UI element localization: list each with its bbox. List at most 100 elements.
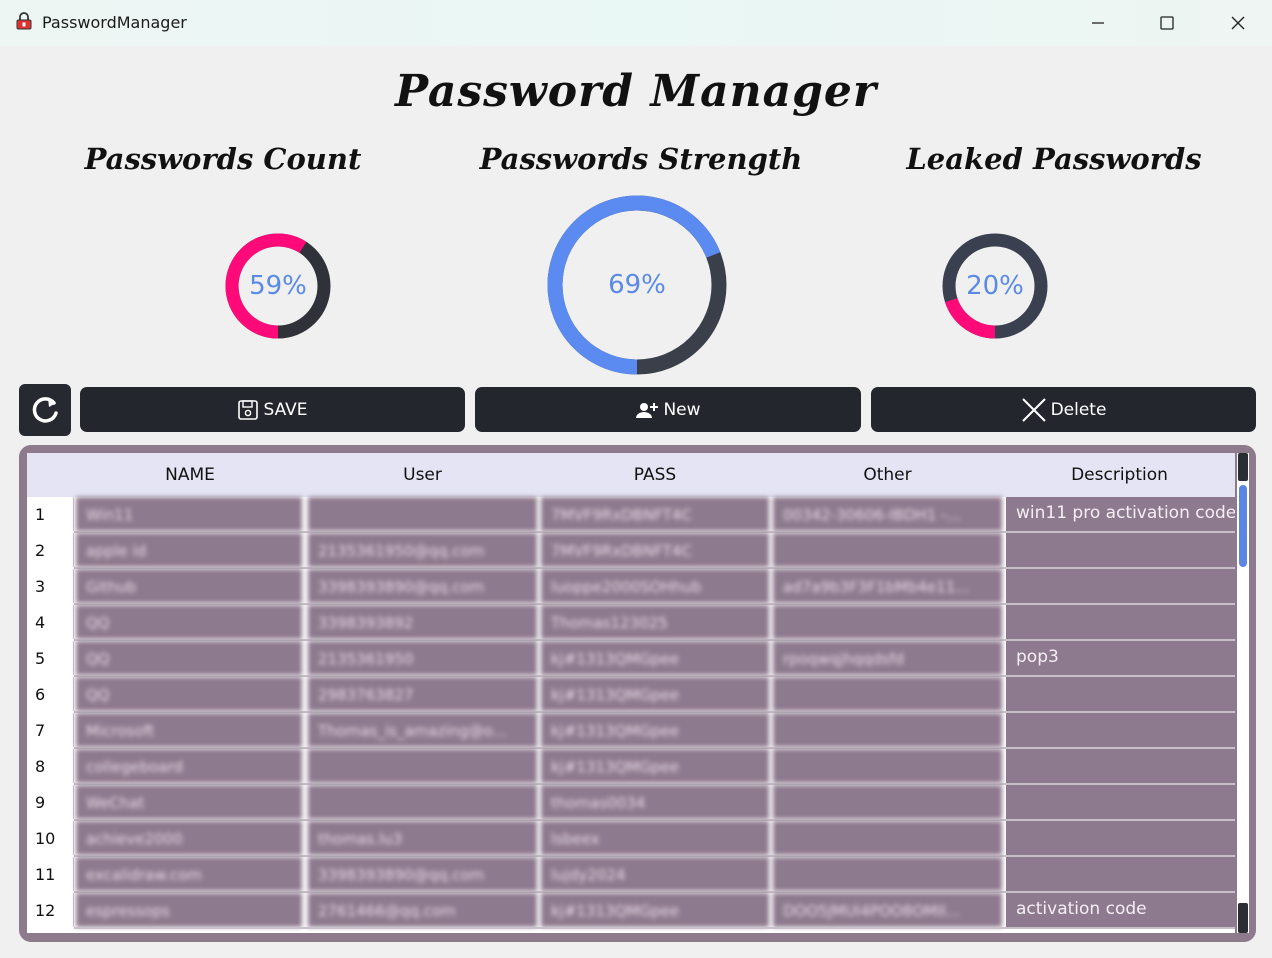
user-cell[interactable]: thomas.lu3	[308, 821, 537, 855]
close-button[interactable]	[1204, 0, 1272, 46]
description-cell[interactable]	[1006, 857, 1235, 891]
table-row[interactable]: 9 WeChat thomas0034	[27, 785, 1235, 821]
row-number[interactable]: 12	[27, 893, 74, 927]
row-number[interactable]: 8	[27, 749, 74, 783]
other-cell[interactable]	[773, 533, 1002, 567]
vertical-scrollbar[interactable]	[1237, 453, 1249, 933]
description-cell[interactable]	[1006, 533, 1235, 567]
other-cell[interactable]	[773, 749, 1002, 783]
pass-cell[interactable]: kj#1313QMGpee	[541, 893, 769, 927]
other-cell[interactable]	[773, 677, 1002, 711]
user-cell[interactable]: 2761466@qq.com	[308, 893, 537, 927]
name-cell[interactable]: WeChat	[76, 785, 302, 819]
table-row[interactable]: 3 Github 3398393890@qq.com luoppe2000SOHhub…	[27, 569, 1235, 605]
user-cell[interactable]: 2135361950	[308, 641, 537, 675]
description-cell[interactable]	[1006, 713, 1235, 747]
row-number[interactable]: 1	[27, 497, 74, 531]
minimize-button[interactable]	[1064, 0, 1132, 46]
row-number[interactable]: 6	[27, 677, 74, 711]
pass-cell[interactable]: Thomas123025	[541, 605, 769, 639]
column-header-other[interactable]: Other	[771, 453, 1004, 497]
name-cell[interactable]: QQ	[76, 641, 302, 675]
column-header-name[interactable]: NAME	[74, 453, 306, 497]
pass-cell[interactable]: thomas0034	[541, 785, 769, 819]
other-cell[interactable]	[773, 713, 1002, 747]
description-cell[interactable]: win11 pro activation code	[1006, 497, 1235, 531]
description-cell[interactable]	[1006, 569, 1235, 603]
pass-cell[interactable]: kj#1313QMGpee	[541, 713, 769, 747]
row-number[interactable]: 5	[27, 641, 74, 675]
column-header-description[interactable]: Description	[1004, 453, 1235, 497]
row-number[interactable]: 9	[27, 785, 74, 819]
scroll-thumb[interactable]	[1239, 485, 1247, 567]
column-header-pass[interactable]: PASS	[539, 453, 771, 497]
name-cell[interactable]: QQ	[76, 605, 302, 639]
table-row[interactable]: 11 excalidraw.com 3398393890@qq.com lujdy20…	[27, 857, 1235, 893]
pass-cell[interactable]: kj#1313QMGpee	[541, 641, 769, 675]
table-row[interactable]: 12 espressops 2761466@qq.com kj#1313QMGpee D…	[27, 893, 1235, 929]
other-cell[interactable]	[773, 857, 1002, 891]
name-cell[interactable]: collegeboard	[76, 749, 302, 783]
maximize-button[interactable]	[1133, 0, 1201, 46]
other-cell[interactable]	[773, 821, 1002, 855]
table-row[interactable]: 2 apple id 2135361950@qq.com 7MVF9RxDBNFT4C	[27, 533, 1235, 569]
description-cell[interactable]	[1006, 821, 1235, 855]
name-cell[interactable]: excalidraw.com	[76, 857, 302, 891]
row-number[interactable]: 11	[27, 857, 74, 891]
new-button[interactable]: New	[475, 387, 861, 432]
table-row[interactable]: 5 QQ 2135361950 kj#1313QMGpee rpoqwqjhqqdsfd…	[27, 641, 1235, 677]
row-number[interactable]: 2	[27, 533, 74, 567]
save-button[interactable]: SAVE	[80, 387, 465, 432]
table-row[interactable]: 6 QQ 2983763827 kj#1313QMGpee	[27, 677, 1235, 713]
user-cell[interactable]: Thomas_is_amazing@o...	[308, 713, 537, 747]
description-cell[interactable]: pop3	[1006, 641, 1235, 675]
user-cell[interactable]	[308, 497, 537, 531]
column-header-user[interactable]: User	[306, 453, 539, 497]
description-cell[interactable]	[1006, 677, 1235, 711]
user-cell[interactable]: 3398393890@qq.com	[308, 857, 537, 891]
other-cell[interactable]	[773, 785, 1002, 819]
table-row[interactable]: 1 Win11 7MVF9RxDBNFT4C 00342-30606-IBDH1 -.…	[27, 497, 1235, 533]
pass-cell[interactable]: kj#1313QMGpee	[541, 749, 769, 783]
table-row[interactable]: 4 QQ 3398393892 Thomas123025	[27, 605, 1235, 641]
row-number[interactable]: 3	[27, 569, 74, 603]
description-cell[interactable]: activation code	[1006, 893, 1235, 927]
name-cell[interactable]: Github	[76, 569, 302, 603]
name-cell[interactable]: apple id	[76, 533, 302, 567]
other-cell[interactable]: ad7a9b3F3F1bMb4e11...	[773, 569, 1002, 603]
description-cell[interactable]	[1006, 749, 1235, 783]
pass-cell[interactable]: kj#1313QMGpee	[541, 677, 769, 711]
row-number[interactable]: 10	[27, 821, 74, 855]
user-cell[interactable]: 2983763827	[308, 677, 537, 711]
pass-cell[interactable]: 7MVF9RxDBNFT4C	[541, 533, 769, 567]
description-cell[interactable]	[1006, 605, 1235, 639]
delete-button[interactable]: Delete	[871, 387, 1256, 432]
scroll-up-button[interactable]	[1238, 453, 1248, 481]
name-cell[interactable]: achieve2000	[76, 821, 302, 855]
row-number[interactable]: 7	[27, 713, 74, 747]
scroll-down-button[interactable]	[1238, 903, 1248, 933]
user-cell[interactable]	[308, 785, 537, 819]
user-cell[interactable]: 3398393890@qq.com	[308, 569, 537, 603]
name-cell[interactable]: Win11	[76, 497, 302, 531]
name-cell[interactable]: Microsoft	[76, 713, 302, 747]
other-cell[interactable]: rpoqwqjhqqdsfd	[773, 641, 1002, 675]
user-cell[interactable]	[308, 749, 537, 783]
user-cell[interactable]: 2135361950@qq.com	[308, 533, 537, 567]
description-cell[interactable]	[1006, 785, 1235, 819]
refresh-button[interactable]	[19, 384, 71, 436]
row-number[interactable]: 4	[27, 605, 74, 639]
table-row[interactable]: 10 achieve2000 thomas.lu3 lsbeex	[27, 821, 1235, 857]
pass-cell[interactable]: lsbeex	[541, 821, 769, 855]
other-cell[interactable]	[773, 605, 1002, 639]
other-cell[interactable]: DOO5JMUI4POO8OMII...	[773, 893, 1002, 927]
table-row[interactable]: 8 collegeboard kj#1313QMGpee	[27, 749, 1235, 785]
pass-cell[interactable]: luoppe2000SOHhub	[541, 569, 769, 603]
other-cell[interactable]: 00342-30606-IBDH1 -...	[773, 497, 1002, 531]
pass-cell[interactable]: lujdy2024	[541, 857, 769, 891]
name-cell[interactable]: QQ	[76, 677, 302, 711]
user-cell[interactable]: 3398393892	[308, 605, 537, 639]
pass-cell[interactable]: 7MVF9RxDBNFT4C	[541, 497, 769, 531]
table-row[interactable]: 7 Microsoft Thomas_is_amazing@o... kj#1313Q…	[27, 713, 1235, 749]
name-cell[interactable]: espressops	[76, 893, 302, 927]
